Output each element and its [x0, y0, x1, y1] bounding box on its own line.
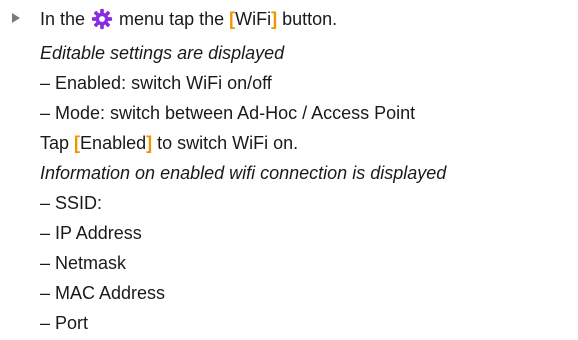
info-item-mac-address: – MAC Address	[40, 283, 166, 303]
bullet-arrow-icon	[12, 13, 20, 23]
info-item-netmask: – Netmask	[40, 253, 127, 273]
editable-note: Editable settings are displayed	[40, 43, 285, 63]
instruction-lines: In the menu tap the [WiFi] button. Edita…	[40, 0, 578, 338]
intro-prefix: In the	[40, 9, 86, 29]
enable-line: Tap [Enabled] to switch WiFi on.	[40, 128, 578, 158]
info-note: Information on enabled wifi connection i…	[40, 163, 447, 183]
gear-icon	[91, 8, 113, 29]
editable-item-enabled: – Enabled: switch WiFi on/off	[40, 73, 272, 93]
info-item-ssid: – SSID:	[40, 193, 103, 213]
enabled-button-label: Enabled	[80, 133, 147, 153]
intro-middle: menu tap the	[119, 9, 225, 29]
intro-suffix: button.	[282, 9, 338, 29]
editable-item-mode: – Mode: switch between Ad-Hoc / Access P…	[40, 103, 416, 123]
enabled-bracket-close: ]	[146, 133, 153, 153]
wifi-button-label: WiFi	[235, 9, 272, 29]
info-item-port: – Port	[40, 313, 89, 333]
instruction-document: In the menu tap the [WiFi] button. Edita…	[0, 0, 578, 340]
enable-suffix: to switch WiFi on.	[157, 133, 299, 153]
step-intro-line: In the menu tap the [WiFi] button.	[40, 0, 578, 38]
info-item-ip-address: – IP Address	[40, 223, 142, 243]
enable-prefix: Tap	[40, 133, 70, 153]
wifi-bracket-close: ]	[271, 9, 278, 29]
